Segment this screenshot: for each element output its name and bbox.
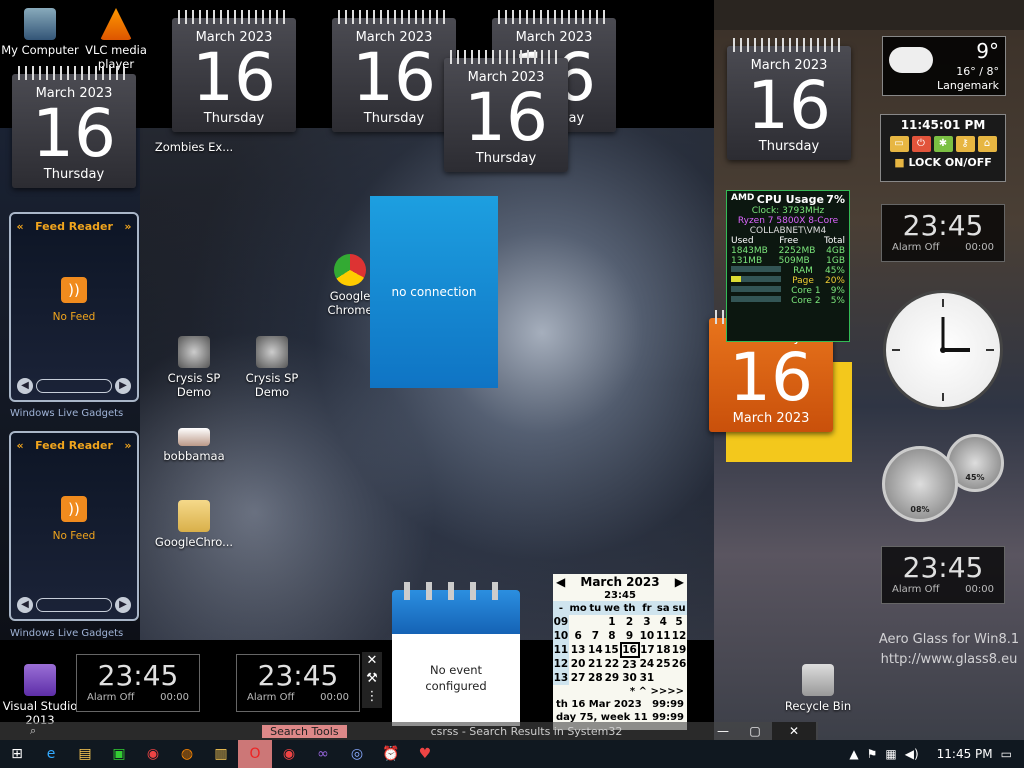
ie-icon[interactable]: e xyxy=(34,740,68,768)
computer-icon xyxy=(24,8,56,40)
feed-footer: Windows Live Gadgets xyxy=(10,408,124,419)
power-icon[interactable]: ⏻ xyxy=(911,136,931,152)
close-button[interactable]: ✕ xyxy=(772,722,816,740)
settings-icon[interactable]: ✱ xyxy=(933,136,953,152)
lock-toggle[interactable]: LOCK ON/OFF xyxy=(908,156,991,169)
wrench-icon[interactable]: ⚒ xyxy=(362,670,382,688)
crysis-icon xyxy=(178,336,210,368)
notes-gadget[interactable]: No event configured xyxy=(392,582,520,730)
digital-clock-gadget[interactable]: 23:45 Alarm Off 00:00 xyxy=(76,654,200,712)
chrome-icon xyxy=(334,254,366,286)
lock-icon: ■ xyxy=(894,156,905,169)
feed-reader-gadget[interactable]: « Feed Reader » )) No Feed ◀ ▶ xyxy=(9,212,139,402)
taskbar: ⊞ e ▤ ▣ ◉ ◍ ▥ O ◉ ∞ ◎ ⏰ ♥ ▲ ⚑ ▦ ◀) 11:45… xyxy=(0,740,1024,768)
desktop-icon-my-computer[interactable]: My Computer xyxy=(0,8,80,57)
memory-gauge-gadget[interactable]: 08% xyxy=(882,446,958,522)
digital-clock-gadget[interactable]: 23:45 Alarm Off 00:00 xyxy=(236,654,360,712)
window-title: csrss - Search Results in System32 xyxy=(430,724,623,738)
alarm-icon[interactable]: ⏰ xyxy=(374,740,408,768)
chrome-icon[interactable]: ◉ xyxy=(136,740,170,768)
feed-prev-button[interactable]: ◀ xyxy=(17,597,33,613)
file-explorer-icon[interactable]: ▤ xyxy=(68,740,102,768)
next-month-button[interactable]: ▶ xyxy=(675,575,684,589)
feed-footer: Windows Live Gadgets xyxy=(10,628,124,639)
today-cell[interactable]: 16 xyxy=(619,642,640,658)
drag-handle-icon[interactable]: ⋮ xyxy=(362,688,382,706)
month-calendar-gadget[interactable]: ◀ March 2023 ▶ 23:45 - mo tu we th fr sa su 09 1… xyxy=(553,574,687,730)
visual-studio-icon xyxy=(24,664,56,696)
folder-icon xyxy=(178,500,210,532)
feed-next-button[interactable]: ▶ xyxy=(115,378,131,394)
image-icon xyxy=(178,428,210,446)
chevron-up-icon[interactable]: ▲ xyxy=(849,747,858,761)
network-tile[interactable]: no connection xyxy=(370,196,498,388)
system-tray: ▲ ⚑ ▦ ◀) 11:45 PM ▭ xyxy=(849,747,1024,761)
visual-studio-icon[interactable]: ∞ xyxy=(306,740,340,768)
home-icon[interactable]: ⌂ xyxy=(977,136,997,152)
calendar-grid: - mo tu we th fr sa su 09 1 2 3 4 5 10 6 7 8 9 10 11 12 11 1… xyxy=(553,601,687,685)
analog-clock-gadget[interactable] xyxy=(883,290,1003,410)
calendar-gadget[interactable]: March 2023 16 Thursday xyxy=(444,50,568,172)
start-button[interactable]: ⊞ xyxy=(0,740,34,768)
store-icon[interactable]: ▣ xyxy=(102,740,136,768)
vlc-icon xyxy=(100,8,132,40)
calendar-gadget[interactable]: March 2023 16 Thursday xyxy=(727,38,851,160)
rss-icon: )) xyxy=(61,496,87,522)
gadget-controls: ✕ ⚒ ⋮ xyxy=(362,652,382,708)
desktop-icon-googlechrome-folder[interactable]: GoogleChro... xyxy=(154,500,234,549)
aero-glass-watermark: Aero Glass for Win8.1 http://www.glass8.… xyxy=(878,632,1020,667)
folder-icon[interactable]: ▭ xyxy=(889,136,909,152)
cpu-meter-gadget[interactable]: AMD CPU Usage 7% Clock: 3793MHz Ryzen 7 58… xyxy=(726,190,850,342)
health-icon[interactable]: ♥ xyxy=(408,740,442,768)
notifications-icon[interactable]: ▭ xyxy=(1001,747,1012,761)
feed-prev-button[interactable]: ◀ xyxy=(17,378,33,394)
opera-icon[interactable]: O xyxy=(238,740,272,768)
desktop-icon-bobbamaa[interactable]: bobbamaa xyxy=(154,428,234,463)
chrome-icon[interactable]: ◉ xyxy=(272,740,306,768)
clock-face xyxy=(892,299,994,401)
desktop-icon-zombies[interactable]: Zombies Ex... xyxy=(154,140,234,154)
network-icon[interactable]: ▦ xyxy=(885,747,896,761)
volume-icon[interactable]: ◀) xyxy=(905,747,919,761)
amd-logo: AMD xyxy=(731,193,755,203)
cloud-icon xyxy=(889,47,933,73)
calendar-gadget[interactable]: March 2023 16 Thursday xyxy=(332,10,456,132)
search-icon: ⌕ xyxy=(30,724,37,737)
close-icon[interactable]: ✕ xyxy=(362,652,382,670)
minimize-button[interactable]: — xyxy=(708,722,738,740)
weather-gadget[interactable]: 9° 16° / 8° Langemark xyxy=(882,36,1006,96)
feed-scroll-bar[interactable] xyxy=(36,379,112,393)
crysis-icon xyxy=(256,336,288,368)
calendar-gadget[interactable]: March 2023 16 Thursday xyxy=(12,66,136,188)
recycle-bin-icon xyxy=(802,664,834,696)
desktop-icon-crysis-2[interactable]: Crysis SP Demo xyxy=(232,336,312,399)
explorer-window-titlebar[interactable]: ⌕ Search Tools csrss - Search Results in… xyxy=(0,722,818,740)
desktop-icon-recycle-bin[interactable]: Recycle Bin xyxy=(778,664,858,713)
desktop-icon-crysis-1[interactable]: Crysis SP Demo xyxy=(154,336,234,399)
lock-gadget[interactable]: 11:45:01 PM ▭ ⏻ ✱ ⚷ ⌂ ■ LOCK ON/OFF xyxy=(880,114,1006,182)
explorer-taskbar-icon[interactable]: ▥ xyxy=(204,740,238,768)
firefox-icon[interactable]: ◍ xyxy=(170,740,204,768)
digital-clock-gadget[interactable]: 23:45 Alarm Off 00:00 xyxy=(881,204,1005,262)
feed-next-button[interactable]: ▶ xyxy=(115,597,131,613)
feed-reader-gadget[interactable]: « Feed Reader » )) No Feed ◀ ▶ xyxy=(9,431,139,621)
desktop-icon-visual-studio[interactable]: Visual Studio 2013 xyxy=(0,664,80,727)
clock-time[interactable]: 11:45 PM xyxy=(937,747,993,761)
digital-clock-gadget[interactable]: 23:45 Alarm Off 00:00 xyxy=(881,546,1005,604)
globe-icon[interactable]: ◎ xyxy=(340,740,374,768)
key-icon[interactable]: ⚷ xyxy=(955,136,975,152)
calendar-gadget[interactable]: March 2023 16 Thursday xyxy=(172,10,296,132)
prev-month-button[interactable]: ◀ xyxy=(556,575,565,589)
search-tools-tab[interactable]: Search Tools xyxy=(262,724,347,738)
maximize-button[interactable]: ▢ xyxy=(740,722,770,740)
rss-icon: )) xyxy=(61,277,87,303)
flag-icon[interactable]: ⚑ xyxy=(867,747,878,761)
desktop-icon-vlc[interactable]: VLC media player xyxy=(76,8,156,71)
feed-scroll-bar[interactable] xyxy=(36,598,112,612)
